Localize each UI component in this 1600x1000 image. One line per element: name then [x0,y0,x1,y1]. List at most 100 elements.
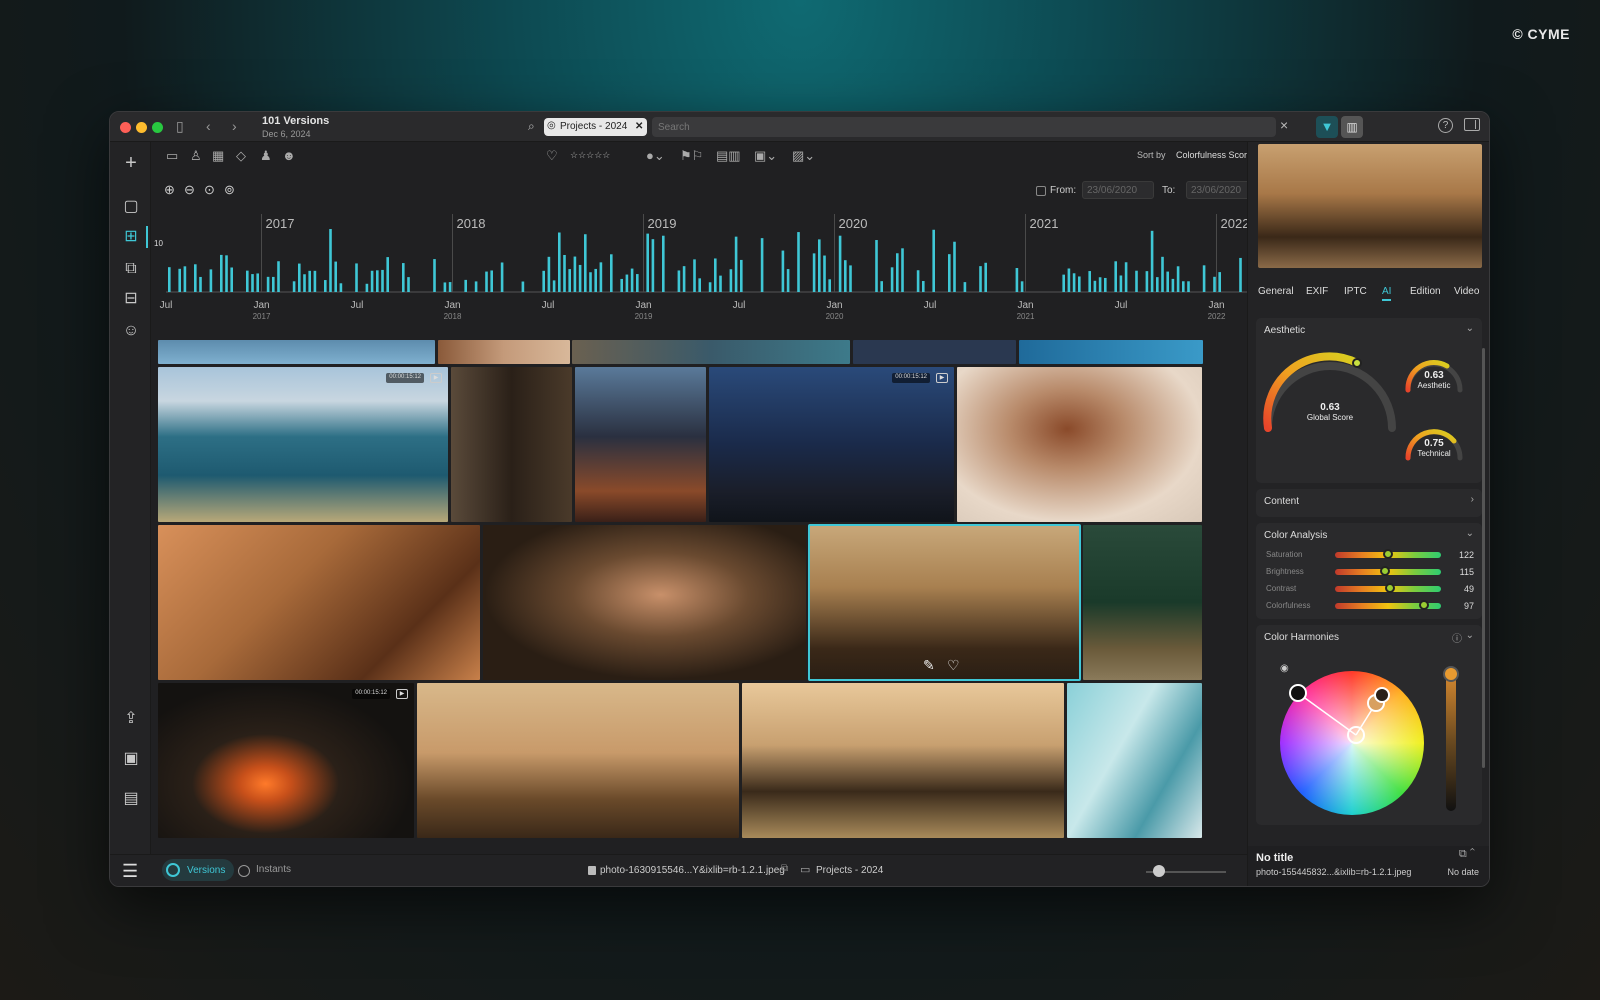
instants-label[interactable]: Instants [256,864,291,875]
timeline-bar[interactable] [599,262,603,292]
people-icon[interactable]: ☺ [119,320,143,342]
inspector-toggle-icon[interactable] [1464,118,1480,131]
photo-thumbnail[interactable] [1019,340,1203,364]
timeline-bar[interactable] [1150,230,1154,292]
timeline-bar[interactable] [823,255,826,292]
timeline-bar[interactable] [1239,257,1242,292]
timeline-bar[interactable] [552,280,556,292]
timeline-bar[interactable] [485,271,488,292]
timeline-bar[interactable] [630,268,634,292]
timeline-bar[interactable] [786,269,790,292]
photo-thumbnail[interactable] [158,340,435,364]
video-thumbnail[interactable]: 00:00:15:12 ▶ [158,367,448,522]
timeline-bar[interactable] [547,256,551,292]
timeline-bar[interactable] [1093,280,1097,292]
timeline-bar[interactable] [313,270,317,292]
add-photos-icon[interactable]: ▤ [119,788,143,810]
date-range-checkbox[interactable] [1036,186,1046,196]
timeline-bar[interactable] [651,239,655,292]
photo-thumbnail[interactable] [451,367,572,522]
harmony-marker[interactable] [1289,684,1307,702]
timeline-bar[interactable] [303,274,306,292]
timeline-bar[interactable] [916,270,920,292]
instants-radio[interactable] [238,865,250,877]
minimize-window-button[interactable] [136,122,147,133]
timeline-bar[interactable] [740,259,743,292]
favorite-icon[interactable]: ♡ [947,657,960,674]
tab-video[interactable]: Video [1454,286,1479,297]
tab-iptc[interactable]: IPTC [1344,286,1367,297]
photo-thumbnail[interactable] [957,367,1202,522]
timeline-bar[interactable] [646,233,649,292]
current-folder-name[interactable]: Projects - 2024 [816,865,883,876]
timeline-bar[interactable] [1114,261,1117,292]
photo-thumbnail[interactable] [158,525,480,680]
timeline-bar[interactable] [589,272,592,292]
export-photos-icon[interactable]: ▣ [119,748,143,770]
timeline-bar[interactable] [1161,256,1164,292]
photo-thumbnail[interactable] [438,340,570,364]
timeline-bar[interactable] [1072,273,1076,292]
timeline-bar[interactable] [818,239,821,292]
timeline-bar[interactable] [578,264,582,292]
timeline-bar[interactable] [376,270,379,292]
timeline-bar[interactable] [292,281,296,292]
photo-thumbnail[interactable] [1067,683,1202,838]
timeline-bar[interactable] [1020,281,1024,292]
zoom-out-icon[interactable]: ⊖ [184,182,195,198]
timeline-bar[interactable] [1078,276,1081,292]
timeline-bar[interactable] [979,266,982,292]
timeline-bar[interactable] [708,282,712,292]
timeline-bar[interactable] [168,267,171,292]
timeline-bar[interactable] [812,253,816,292]
timeline-bar[interactable] [209,269,213,292]
timeline-bar[interactable] [407,277,410,292]
timeline-bar[interactable] [1098,277,1102,292]
timeline-bar[interactable] [1187,281,1190,292]
favorite-heart-icon[interactable]: ♡ [546,148,558,164]
grid-view-icon[interactable]: ⊞ [119,226,143,248]
timeline-bar[interactable] [1176,266,1180,292]
histogram-button[interactable]: ▥ [1341,116,1363,138]
search-input[interactable] [652,117,1276,137]
timeline-bar[interactable] [443,282,447,292]
photo-thumbnail[interactable] [483,525,806,680]
timeline-bar[interactable] [890,267,894,292]
zoom-fit-icon[interactable]: ⊙ [204,182,215,198]
photo-thumbnail[interactable] [1083,525,1202,680]
timeline-chart[interactable]: 10Jul Jan20172017Jul Jan20182018Jul Jan2019… [152,204,1339,324]
timeline-bar[interactable] [500,262,504,292]
search-filter-chip[interactable]: ◎ Projects - 2024 ✕ [544,118,648,136]
ca-slider-knob[interactable] [1419,600,1429,610]
timeline-bar[interactable] [682,266,686,292]
zoom-in-icon[interactable]: ⊕ [164,182,175,198]
current-file-name[interactable]: photo-1630915546...Y&ixlib=rb-1.2.1.jpeg [600,865,785,876]
timeline-bar[interactable] [521,281,525,292]
timeline-bar[interactable] [433,259,436,292]
stack-icon[interactable]: ⧉ ⌃ [1459,848,1475,861]
timeline-bar[interactable] [199,276,202,292]
ca-slider-knob[interactable] [1380,566,1390,576]
timeline-bar[interactable] [558,232,561,292]
timeline-bar[interactable] [339,283,343,292]
back-icon[interactable]: ‹ [206,118,211,134]
timeline-bar[interactable] [448,282,452,292]
content-section[interactable]: Content › [1256,489,1482,517]
import-icon[interactable]: ⧉ [119,258,143,280]
timeline-bar[interactable] [880,281,883,292]
timeline-bar[interactable] [838,235,842,292]
preview-image[interactable] [1258,144,1482,268]
timeline-bar[interactable] [714,258,717,292]
rating-stars[interactable]: ☆☆☆☆☆ [570,150,610,161]
photo-thumbnail[interactable] [742,683,1064,838]
timeline-bar[interactable] [230,267,233,292]
selected-photo-thumbnail[interactable]: ✎ ♡ [808,524,1081,681]
timeline-bar[interactable] [594,268,597,292]
timeline-bar[interactable] [636,274,639,292]
video-thumbnail[interactable]: 00:00:15:12 ▶ [158,683,414,838]
brightness-slider-knob[interactable] [1443,666,1459,682]
timeline-bar[interactable] [1088,271,1091,292]
photo-title[interactable]: No title [1256,852,1293,864]
photo-thumbnail[interactable] [575,367,706,522]
share-icon[interactable]: ⇪ [119,708,143,730]
